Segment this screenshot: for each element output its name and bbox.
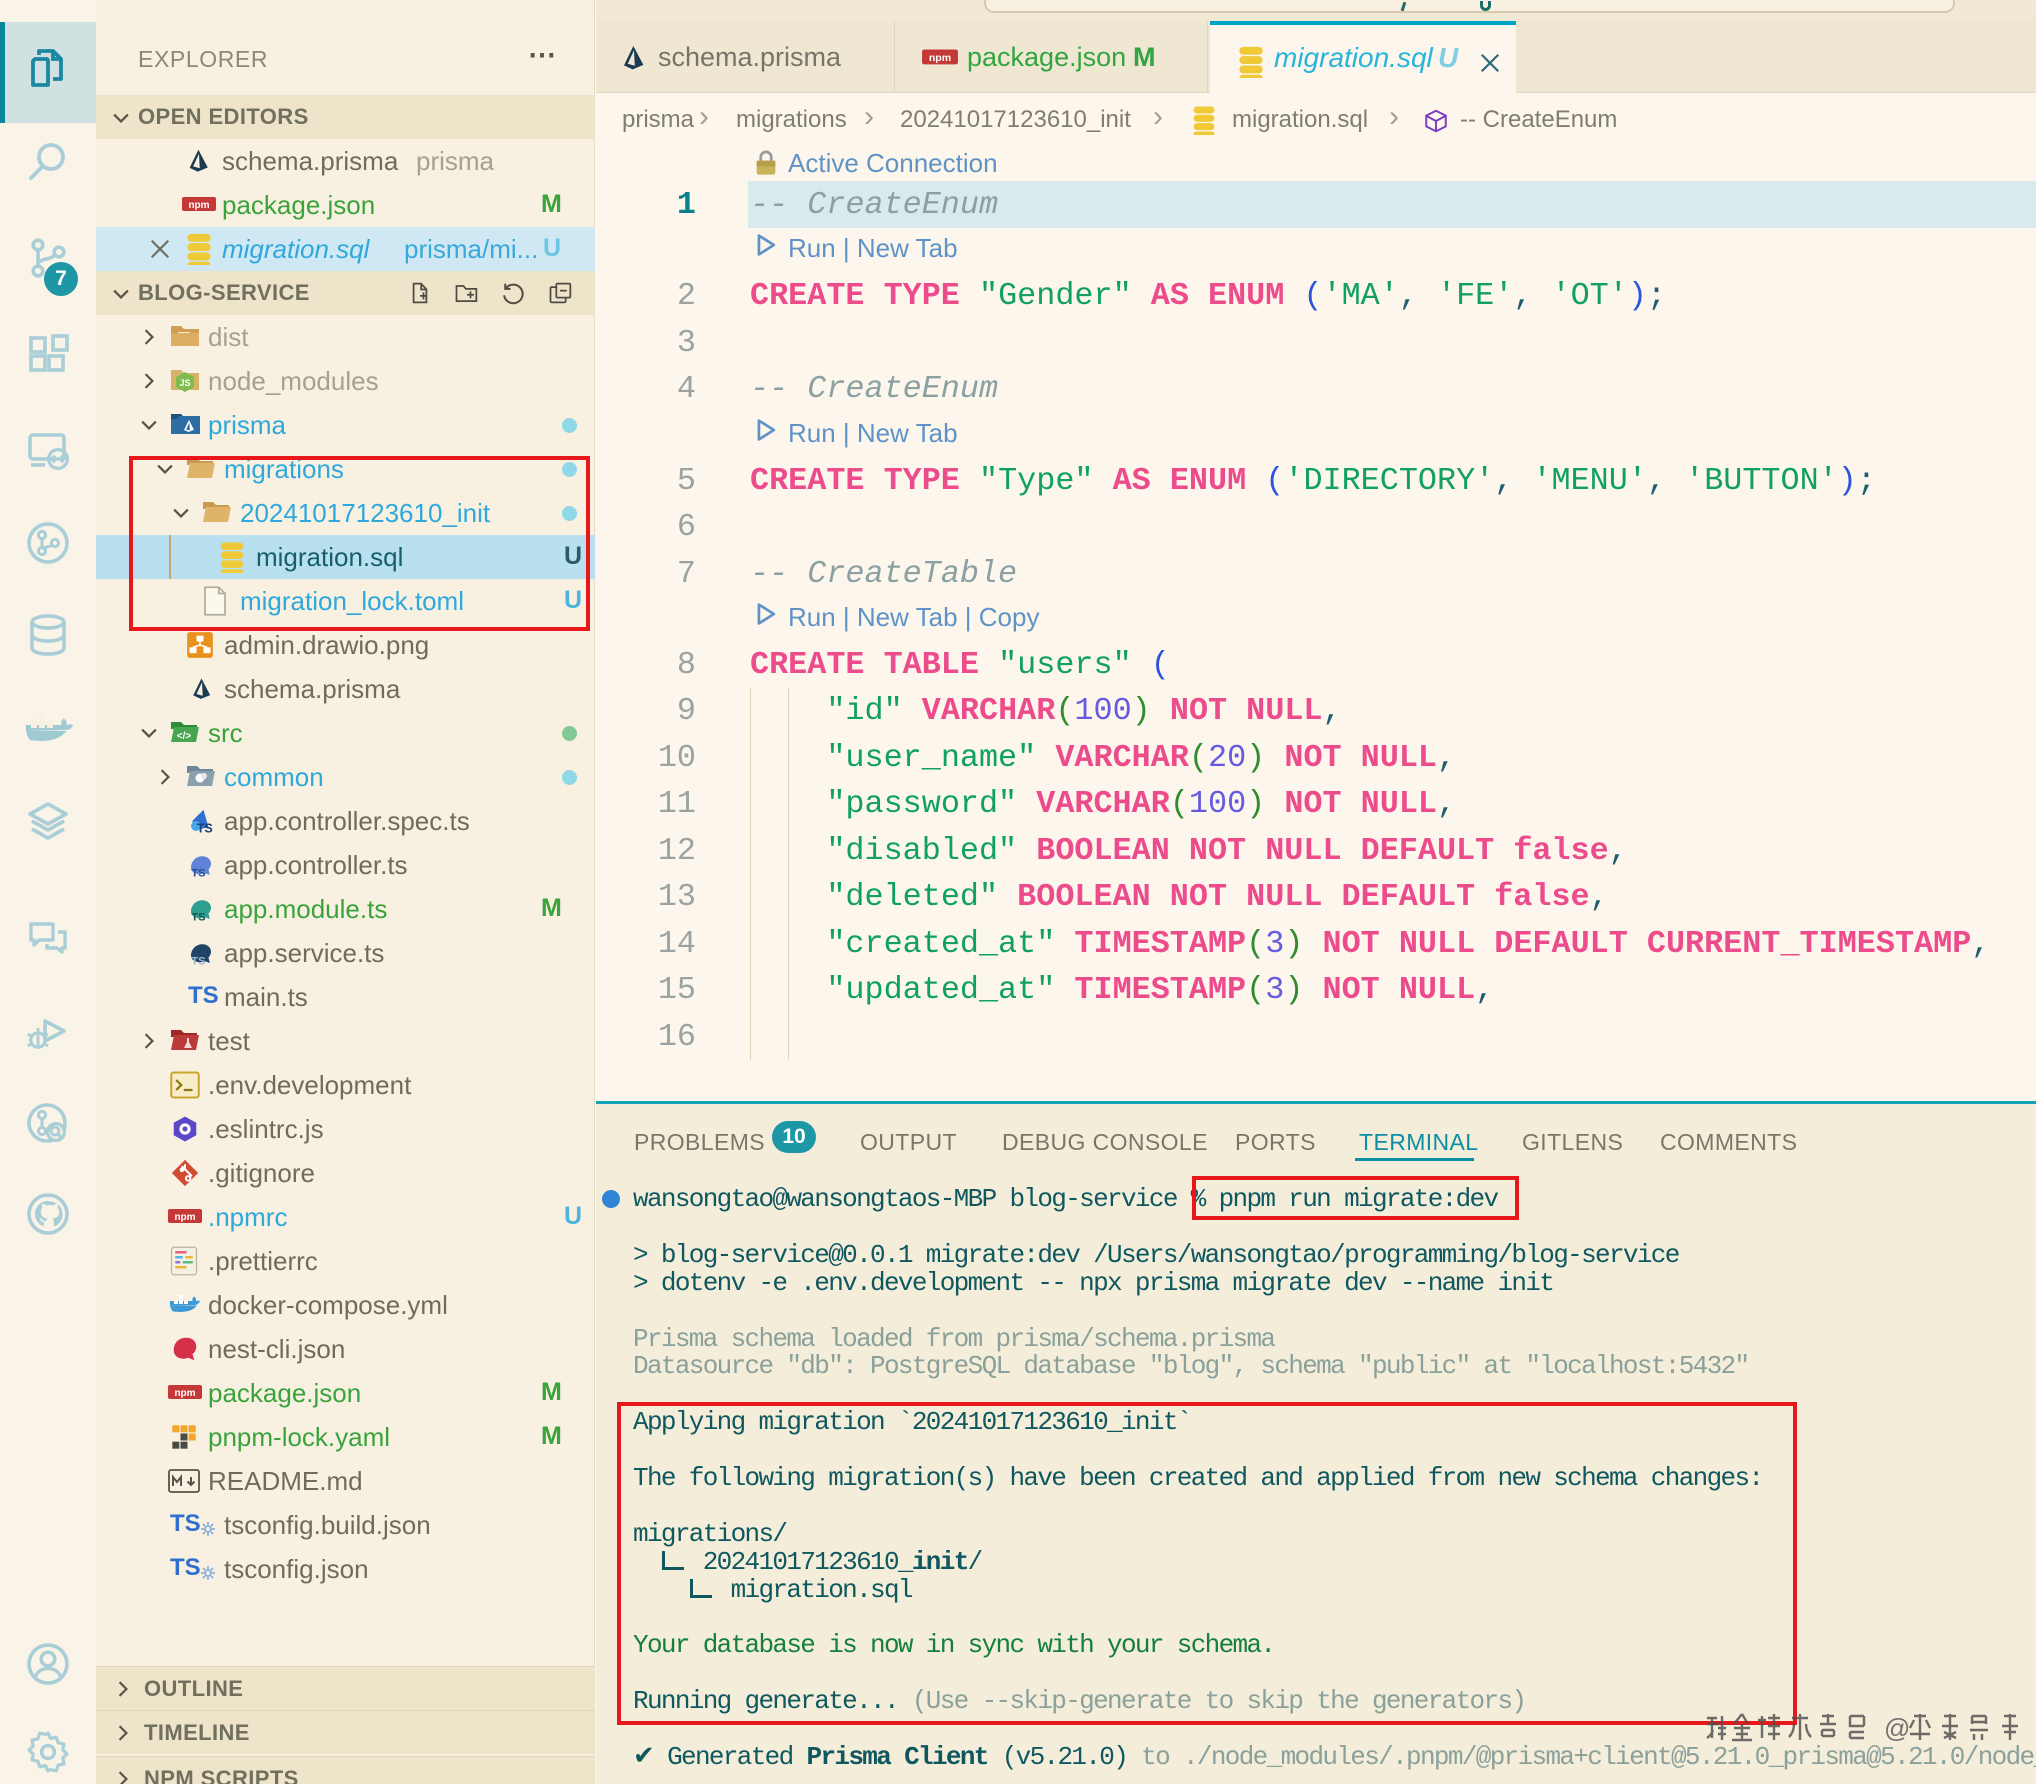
svg-text:TS: TS (191, 867, 206, 879)
svg-text:npm: npm (188, 200, 209, 211)
svg-text:TS: TS (197, 821, 213, 835)
svg-text:TS: TS (191, 911, 206, 923)
svg-text:JS: JS (179, 378, 190, 388)
svg-text:npm: npm (929, 52, 951, 64)
svg-text:npm: npm (174, 1388, 195, 1399)
svg-text:npm: npm (174, 1212, 195, 1223)
svg-text:</>: </> (177, 731, 192, 742)
svg-text:@: @ (1884, 1713, 1910, 1743)
svg-text:TS: TS (191, 955, 206, 967)
